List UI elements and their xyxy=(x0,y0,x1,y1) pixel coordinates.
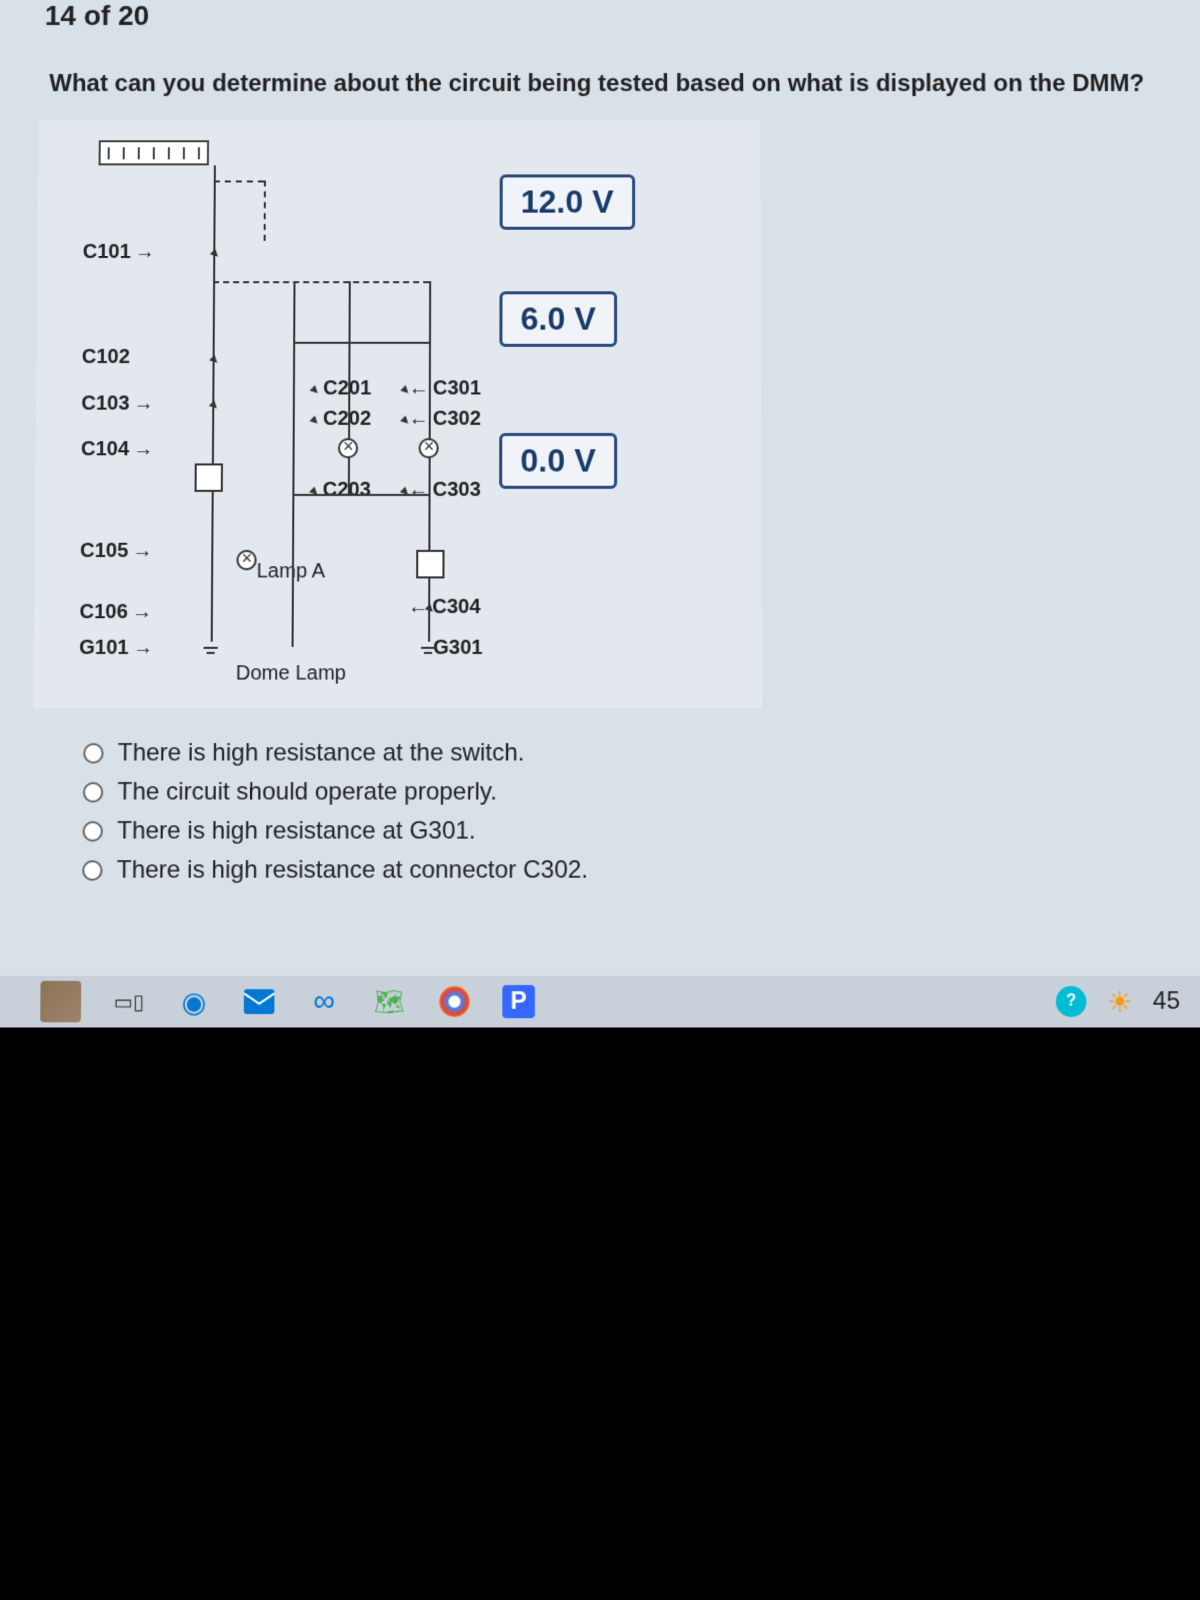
quiz-screen: 14 of 20 What can you determine about th… xyxy=(0,0,1200,1027)
label-c102: C102 xyxy=(82,346,130,369)
label-c202: C202 xyxy=(323,408,371,431)
chrome-icon[interactable] xyxy=(437,984,472,1019)
page-counter: 14 of 20 xyxy=(45,0,150,32)
answer-text: The circuit should operate properly. xyxy=(117,778,497,807)
wire xyxy=(293,281,295,342)
label-c302: C302 xyxy=(409,408,481,431)
help-icon[interactable]: ? xyxy=(1056,986,1087,1017)
label-c104: C104 xyxy=(81,438,154,461)
wire xyxy=(348,342,351,494)
question-text: What can you determine about the circuit… xyxy=(49,70,1151,98)
wire xyxy=(349,281,351,342)
radio-icon[interactable] xyxy=(82,860,102,881)
label-g301: G301 xyxy=(433,637,483,661)
label-c301: C301 xyxy=(409,377,481,400)
connector-tick: ▼ xyxy=(304,481,324,501)
weather-icon[interactable]: ☀ xyxy=(1107,985,1133,1019)
connector-tick: ▼ xyxy=(204,395,224,415)
label-c203: C203 xyxy=(323,479,371,502)
dmm-reading-3: 0.0 V xyxy=(499,433,617,489)
ground-g301-icon xyxy=(421,647,435,657)
radio-icon[interactable] xyxy=(83,743,103,764)
lamp-b-icon xyxy=(419,438,439,458)
radio-icon[interactable] xyxy=(83,821,103,842)
wire xyxy=(264,180,266,240)
connector-tick: ▼ xyxy=(304,410,324,430)
temperature: 45 xyxy=(1153,987,1180,1016)
label-c101: C101 xyxy=(83,241,155,264)
switch-right xyxy=(416,550,444,579)
label-c201: C201 xyxy=(323,377,371,400)
edge-icon[interactable]: ◉ xyxy=(177,984,212,1019)
fuse-box xyxy=(99,140,209,165)
label-c105: C105 xyxy=(80,540,153,563)
label-c103: C103 xyxy=(81,392,154,415)
pandora-icon[interactable]: P xyxy=(502,985,535,1018)
start-icon[interactable] xyxy=(40,981,81,1022)
connector-tick: ▼ xyxy=(204,350,224,370)
connector-tick: ▼ xyxy=(305,380,325,400)
lamp-a-icon xyxy=(236,550,256,570)
wire xyxy=(214,180,264,182)
taskview-icon[interactable]: ▭▯ xyxy=(111,984,146,1019)
answer-text: There is high resistance at the switch. xyxy=(118,739,525,768)
wire xyxy=(213,281,429,283)
taskbar: ▭▯ ◉ ∞ 🗺 P ? ☀ 45 xyxy=(0,976,1200,1028)
answer-text: There is high resistance at connector C3… xyxy=(117,856,588,885)
ground-g101-icon xyxy=(204,647,218,657)
wire xyxy=(293,342,429,344)
dmm-reading-2: 6.0 V xyxy=(499,291,616,347)
infinity-icon[interactable]: ∞ xyxy=(307,984,342,1019)
label-lamp-a: Lamp A xyxy=(257,560,326,583)
answer-list: There is high resistance at the switch. … xyxy=(82,739,588,895)
label-g101: G101 xyxy=(79,637,153,661)
label-dome-lamp: Dome Lamp xyxy=(236,662,346,686)
label-c106: C106 xyxy=(79,601,152,624)
switch-left xyxy=(195,463,223,491)
answer-option-3[interactable]: There is high resistance at G301. xyxy=(82,817,588,846)
answer-option-2[interactable]: The circuit should operate properly. xyxy=(83,778,588,807)
radio-icon[interactable] xyxy=(83,782,103,803)
answer-option-1[interactable]: There is high resistance at the switch. xyxy=(83,739,588,768)
map-icon[interactable]: 🗺 xyxy=(372,984,407,1019)
label-c303: C303 xyxy=(408,479,480,502)
answer-text: There is high resistance at G301. xyxy=(117,817,476,846)
mail-icon[interactable] xyxy=(242,984,277,1019)
dmm-reading-1: 12.0 V xyxy=(500,174,635,229)
lamp-mid-icon xyxy=(338,438,358,458)
wire xyxy=(428,281,431,642)
connector-tick: ▼ xyxy=(205,244,225,264)
circuit-diagram: C101 C102 C103 C104 C105 C106 G101 C201 … xyxy=(33,120,762,708)
answer-option-4[interactable]: There is high resistance at connector C3… xyxy=(82,856,588,885)
